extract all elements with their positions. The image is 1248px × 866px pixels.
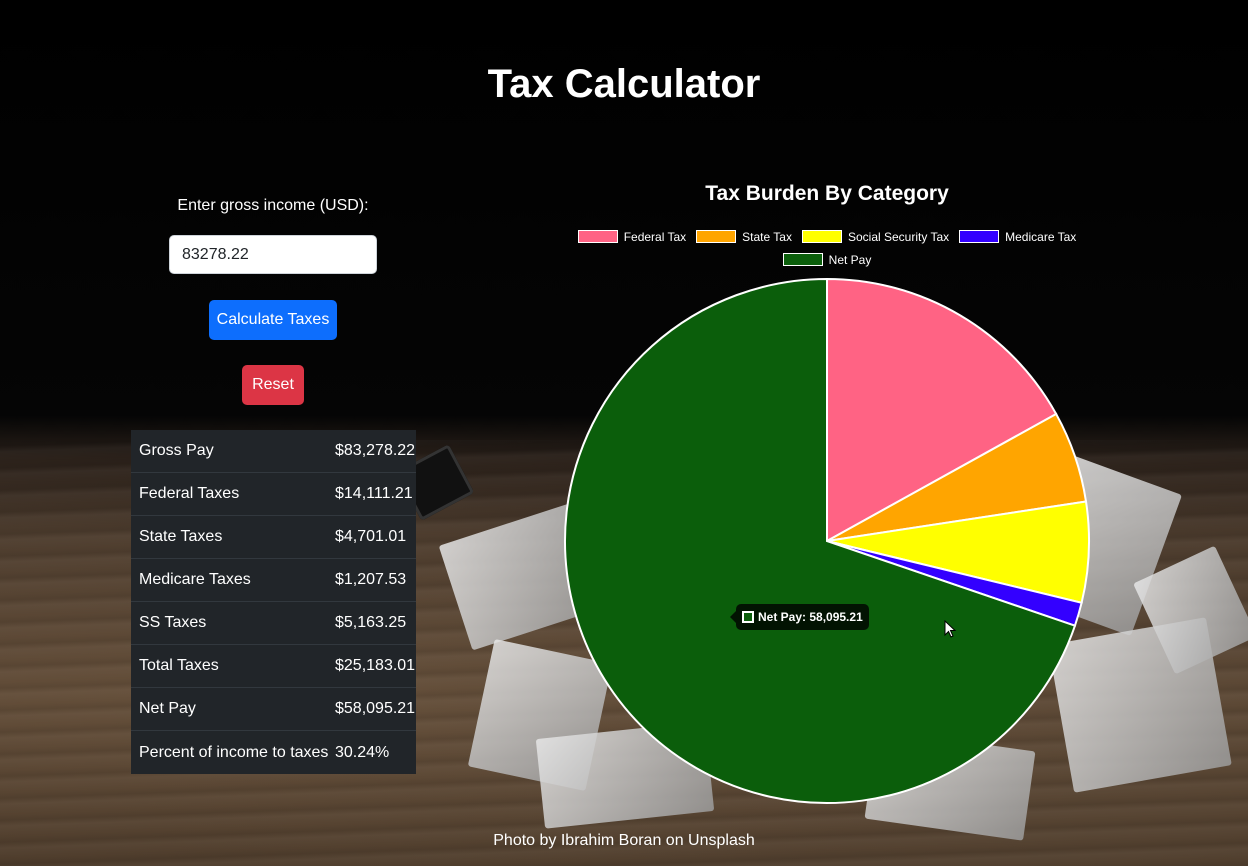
tooltip-label: Net Pay: 58,095.21 — [758, 610, 863, 624]
chart-tooltip: Net Pay: 58,095.21 — [730, 604, 869, 630]
mouse-pointer-icon — [944, 620, 957, 638]
tooltip-swatch — [742, 611, 754, 623]
tooltip-caret — [730, 611, 736, 623]
photo-credit: Photo by Ibrahim Boran on Unsplash — [493, 832, 755, 849]
pie-chart[interactable] — [0, 0, 1248, 866]
